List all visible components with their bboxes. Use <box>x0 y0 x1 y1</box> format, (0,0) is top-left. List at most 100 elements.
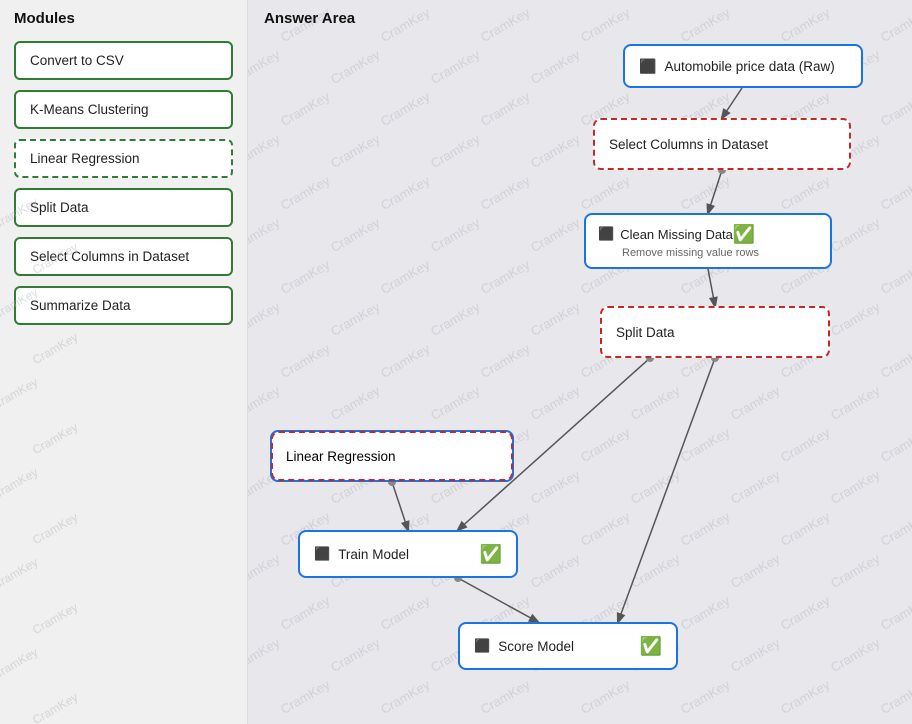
watermark-text: CramKey <box>378 173 432 213</box>
watermark-text: CramKey <box>328 635 382 675</box>
watermark-text: CramKey <box>248 635 282 675</box>
score-check-icon: ✅ <box>640 636 662 657</box>
watermark-text: CramKey <box>778 593 832 633</box>
watermark-text: CramKey <box>578 173 632 213</box>
watermark-text: CramKey <box>278 89 332 129</box>
watermark-text: CramKey <box>0 555 40 592</box>
watermark-text: CramKey <box>478 677 532 717</box>
watermark-text: CramKey <box>278 173 332 213</box>
node-select-cols[interactable]: Select Columns in Dataset <box>593 118 851 170</box>
watermark-text: CramKey <box>578 677 632 717</box>
watermark-text: CramKey <box>878 257 912 297</box>
watermark-text: CramKey <box>778 509 832 549</box>
clean-label: Clean Missing Data <box>620 227 733 242</box>
watermark-text: CramKey <box>628 467 682 507</box>
watermark-text: CramKey <box>248 131 282 171</box>
watermark-text: CramKey <box>528 551 582 591</box>
watermark-text: CramKey <box>528 47 582 87</box>
watermark-text: CramKey <box>30 330 80 367</box>
node-auto-price[interactable]: ⬛ Automobile price data (Raw) <box>623 44 863 88</box>
clean-sub: Remove missing value rows <box>598 247 759 259</box>
node-split-data[interactable]: Split Data <box>600 306 830 358</box>
watermark-text: CramKey <box>248 215 282 255</box>
watermark-text: CramKey <box>528 299 582 339</box>
module-item[interactable]: K-Means Clustering <box>14 90 233 129</box>
watermark-text: CramKey <box>478 257 532 297</box>
watermark-text: CramKey <box>278 341 332 381</box>
watermark-text: CramKey <box>328 131 382 171</box>
watermark-text: CramKey <box>878 593 912 633</box>
watermark-text: CramKey <box>30 420 80 457</box>
watermark-text: CramKey <box>278 677 332 717</box>
watermark-text: CramKey <box>478 341 532 381</box>
watermark-text: CramKey <box>678 173 732 213</box>
watermark-text: CramKey <box>828 215 882 255</box>
watermark-text: CramKey <box>378 341 432 381</box>
watermark-text: CramKey <box>628 383 682 423</box>
watermark-text: CramKey <box>528 467 582 507</box>
watermark-text: CramKey <box>828 551 882 591</box>
watermark-container: CramKeyCramKeyCramKeyCramKeyCramKeyCramK… <box>248 0 912 724</box>
watermark-text: CramKey <box>878 341 912 381</box>
node-clean-missing[interactable]: ⬛ Clean Missing Data ✅ Remove missing va… <box>584 213 832 269</box>
watermark-text: CramKey <box>248 47 282 87</box>
auto-price-label: Automobile price data (Raw) <box>664 59 834 74</box>
watermark-text: CramKey <box>428 215 482 255</box>
module-item[interactable]: Linear Regression <box>14 139 233 178</box>
node-linear-regression[interactable]: Linear Regression <box>270 430 514 482</box>
watermark-text: CramKey <box>778 677 832 717</box>
watermark-text: CramKey <box>728 383 782 423</box>
clean-check-icon: ✅ <box>733 224 755 245</box>
watermark-text: CramKey <box>0 465 40 502</box>
watermark-text: CramKey <box>328 47 382 87</box>
watermark-text: CramKey <box>778 173 832 213</box>
watermark-text: CramKey <box>0 375 40 412</box>
train-check-icon: ✅ <box>480 544 502 565</box>
watermark-text: CramKey <box>878 425 912 465</box>
watermark-text: CramKey <box>878 173 912 213</box>
score-icon: ⬛ <box>474 638 490 654</box>
watermark-text: CramKey <box>328 299 382 339</box>
auto-price-icon: ⬛ <box>639 58 656 75</box>
watermark-text: CramKey <box>378 593 432 633</box>
watermark-text: CramKey <box>248 299 282 339</box>
watermark-text: CramKey <box>378 257 432 297</box>
watermark-text: CramKey <box>828 467 882 507</box>
watermark-text: CramKey <box>428 299 482 339</box>
watermark-text: CramKey <box>778 425 832 465</box>
module-item[interactable]: Summarize Data <box>14 286 233 325</box>
watermark-text: CramKey <box>328 383 382 423</box>
module-item[interactable]: Select Columns in Dataset <box>14 237 233 276</box>
watermark-text: CramKey <box>278 257 332 297</box>
connector-svg <box>248 0 912 724</box>
linear-reg-label: Linear Regression <box>286 449 396 464</box>
modules-title: Modules <box>14 10 233 27</box>
watermark-text: CramKey <box>428 131 482 171</box>
watermark-text: CramKey <box>878 677 912 717</box>
select-cols-label: Select Columns in Dataset <box>609 137 768 152</box>
watermark-text: CramKey <box>628 551 682 591</box>
watermark-text: CramKey <box>878 509 912 549</box>
watermark-text: CramKey <box>828 383 882 423</box>
node-score-model[interactable]: ⬛ Score Model ✅ <box>458 622 678 670</box>
watermark-text: CramKey <box>678 425 732 465</box>
watermark-text: CramKey <box>578 425 632 465</box>
node-train-model[interactable]: ⬛ Train Model ✅ <box>298 530 518 578</box>
watermark-text: CramKey <box>478 173 532 213</box>
split-data-label: Split Data <box>616 325 675 340</box>
watermark-text: CramKey <box>528 131 582 171</box>
watermark-text: CramKey <box>30 600 80 637</box>
watermark-text: CramKey <box>378 89 432 129</box>
module-item[interactable]: Convert to CSV <box>14 41 233 80</box>
watermark-text: CramKey <box>0 645 40 682</box>
watermark-text: CramKey <box>678 677 732 717</box>
watermark-text: CramKey <box>678 509 732 549</box>
train-label: Train Model <box>338 547 409 562</box>
module-item[interactable]: Split Data <box>14 188 233 227</box>
watermark-text: CramKey <box>328 215 382 255</box>
watermark-text: CramKey <box>278 593 332 633</box>
watermark-text: CramKey <box>378 677 432 717</box>
watermark-text: CramKey <box>828 299 882 339</box>
answer-title: Answer Area <box>248 0 912 37</box>
watermark-text: CramKey <box>528 383 582 423</box>
